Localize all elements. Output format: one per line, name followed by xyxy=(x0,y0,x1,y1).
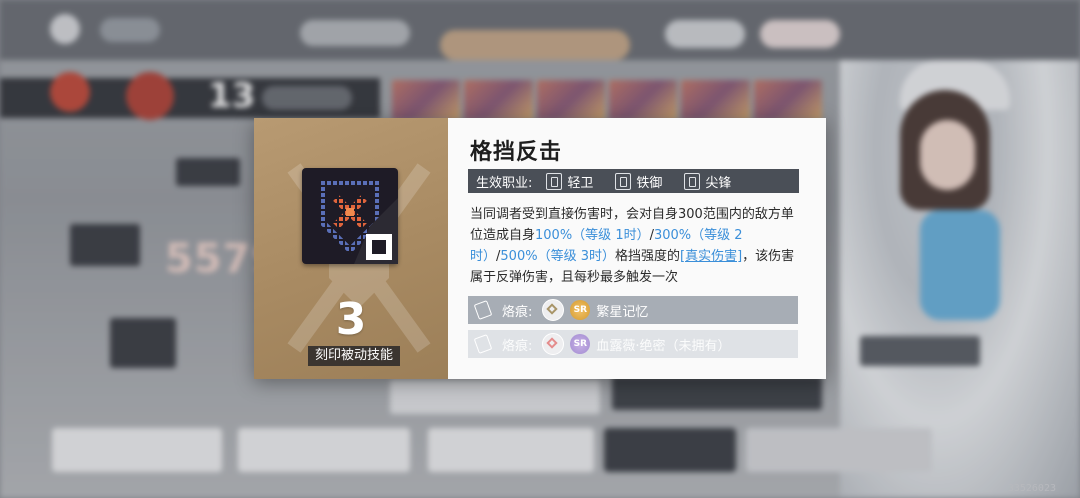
skill-level: 3 xyxy=(335,294,367,345)
skill-icon-panel: 3 刻印被动技能 xyxy=(254,118,448,379)
imprint-tag-icon xyxy=(473,334,493,354)
desc-level3-value: 500%（等级 3时） xyxy=(500,249,615,264)
class-spearhead: 尖锋 xyxy=(684,172,731,191)
class-name: 轻卫 xyxy=(567,175,594,191)
desc-text: 格挡强度的 xyxy=(614,249,680,264)
class-light-guard: 轻卫 xyxy=(546,172,593,191)
spearhead-class-icon xyxy=(684,172,701,190)
imprint-label: 烙痕: xyxy=(502,338,533,354)
imprint-row-owned[interactable]: 烙痕: SR 繁星记忆 xyxy=(468,296,798,324)
imprint-row-unowned[interactable]: 烙痕: SR 血露薇·绝密（未拥有） xyxy=(468,330,798,358)
skill-info-panel: 格挡反击 生效职业: 轻卫 铁御 尖锋 当同调者受到直接伤害时，会对自身300范… xyxy=(448,118,826,379)
skill-type-label: 刻印被动技能 xyxy=(308,346,400,366)
skill-detail-dialog: 3 刻印被动技能 格挡反击 生效职业: 轻卫 铁御 尖锋 当同调者受到直接伤害时… xyxy=(254,118,826,379)
rarity-badge-icon: SR xyxy=(570,300,591,320)
shield-skill-icon xyxy=(302,168,398,264)
class-name: 铁御 xyxy=(636,175,663,191)
skill-title: 格挡反击 xyxy=(470,139,563,165)
class-iron-defense: 铁御 xyxy=(615,172,662,191)
imprint-emblem-icon xyxy=(542,299,565,321)
skill-description: 当同调者受到直接伤害时，会对自身300范围内的敌方单位造成自身100%（等级 1… xyxy=(470,204,806,288)
imprint-label: 烙痕: xyxy=(502,304,533,320)
class-name: 尖锋 xyxy=(705,175,732,191)
effective-class-bar: 生效职业: 轻卫 铁御 尖锋 xyxy=(468,169,799,193)
iron-defense-class-icon xyxy=(615,172,632,190)
imprint-name: 繁星记忆 xyxy=(596,304,649,320)
desc-level1-value: 100%（等级 1时） xyxy=(535,228,650,243)
rarity-badge-icon: SR xyxy=(570,334,591,354)
class-bar-label: 生效职业: xyxy=(476,175,533,191)
imprint-name: 血露薇·绝密（未拥有） xyxy=(596,338,731,354)
imprint-emblem-icon xyxy=(542,333,565,355)
true-damage-link[interactable]: [真实伤害] xyxy=(680,249,742,264)
light-guard-class-icon xyxy=(546,172,563,190)
imprint-tag-icon xyxy=(473,300,493,320)
